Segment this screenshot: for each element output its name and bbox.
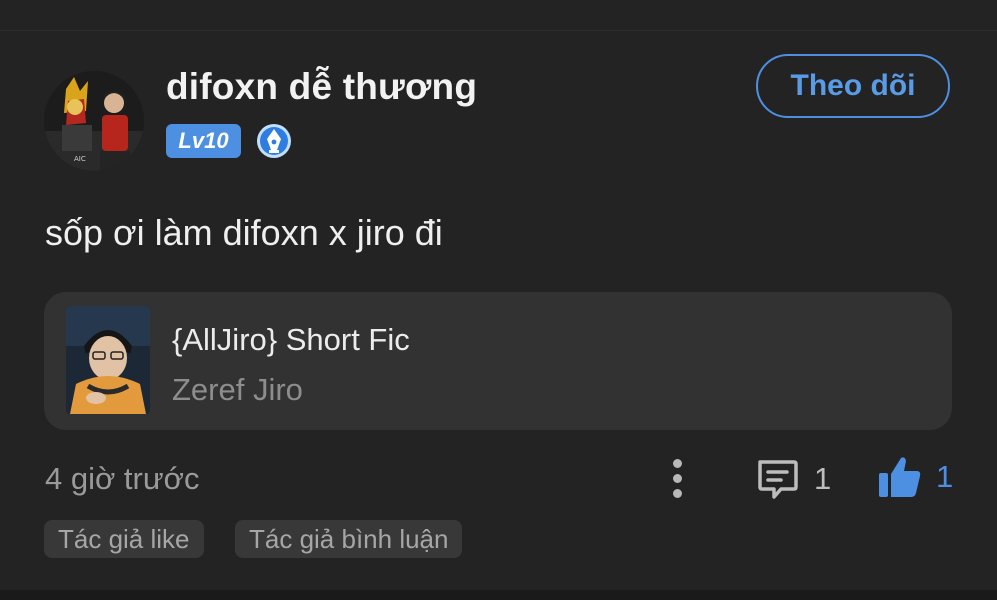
like-button[interactable]: 1: [876, 452, 953, 502]
pen-nib-badge-icon: [255, 122, 293, 160]
story-author[interactable]: Zeref Jiro: [172, 372, 303, 408]
top-divider: [0, 0, 997, 31]
thumbs-up-icon: [879, 457, 921, 497]
comment-bubble-icon: [758, 460, 798, 499]
story-cover-image: [66, 306, 150, 414]
author-like-tag: Tác giả like: [44, 520, 204, 558]
bottom-divider: [0, 590, 997, 600]
reply-button[interactable]: 1: [754, 454, 831, 504]
comment-timestamp: 4 giờ trước: [45, 461, 200, 496]
more-vertical-icon[interactable]: [662, 455, 692, 501]
svg-text:AIC: AIC: [74, 155, 86, 163]
story-title[interactable]: {AllJiro} Short Fic: [172, 322, 410, 358]
like-count: 1: [936, 459, 954, 494]
username[interactable]: difoxn dễ thương: [166, 66, 477, 108]
story-card[interactable]: {AllJiro} Short Fic Zeref Jiro: [44, 292, 952, 430]
comment-count: 1: [814, 461, 832, 496]
author-comment-tag: Tác giả bình luận: [235, 520, 463, 558]
avatar[interactable]: AIC: [44, 71, 144, 171]
follow-button[interactable]: Theo dõi: [756, 54, 950, 118]
level-badge: Lv10: [166, 124, 241, 158]
comment-text: sốp ơi làm difoxn x jiro đi: [45, 212, 443, 253]
